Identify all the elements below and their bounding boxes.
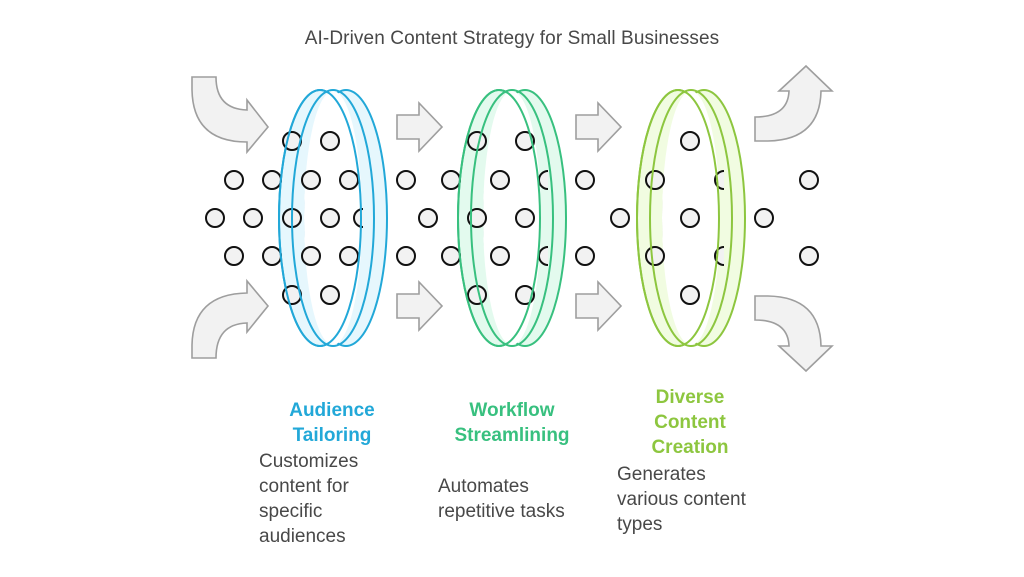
circle-dot-icon xyxy=(799,246,819,266)
circle-dot-icon xyxy=(575,246,595,266)
stage-description-line: audiences xyxy=(259,526,346,547)
circle-dot-icon xyxy=(680,208,700,228)
circle-dot-icon xyxy=(645,246,665,266)
stage-title-line: Workflow xyxy=(469,400,555,421)
curved-arrow-down-icon xyxy=(754,295,834,373)
circle-dot-icon xyxy=(262,170,282,190)
stage-title-diverse-content-creation: Diverse Content Creation xyxy=(620,385,760,460)
circle-dot-icon xyxy=(754,208,774,228)
circle-dot-icon xyxy=(396,170,416,190)
stage-title-audience-tailoring: Audience Tailoring xyxy=(262,398,402,448)
curved-arrow-up-icon xyxy=(754,64,834,142)
stage-description-line: types xyxy=(617,514,663,535)
stage-description-line: content for xyxy=(259,476,349,497)
stage-title-line: Creation xyxy=(651,437,729,458)
stage-description-diverse-content-creation: Generates various content types xyxy=(617,462,746,537)
circle-dot-icon xyxy=(441,246,461,266)
circle-dot-icon xyxy=(205,208,225,228)
circle-dot-icon xyxy=(680,131,700,151)
circle-dot-icon xyxy=(320,208,340,228)
circle-dot-icon xyxy=(224,246,244,266)
circle-dot-icon xyxy=(610,208,630,228)
circle-dot-icon xyxy=(538,246,549,266)
circle-dot-icon xyxy=(418,208,438,228)
stage-description-line: Generates xyxy=(617,464,706,485)
curved-arrow-down-right-icon xyxy=(191,76,270,155)
circle-dot-icon xyxy=(538,170,549,190)
curved-arrow-up-right-icon xyxy=(191,278,270,359)
circle-dot-icon xyxy=(490,246,510,266)
circle-dot-icon xyxy=(441,170,461,190)
right-arrow-icon xyxy=(575,280,623,332)
circle-dot-icon xyxy=(243,208,263,228)
stage-title-line: Streamlining xyxy=(454,425,570,446)
circle-dot-icon xyxy=(396,246,416,266)
circle-dot-icon xyxy=(680,285,700,305)
stage-title-workflow-streamlining: Workflow Streamlining xyxy=(432,398,592,448)
circle-dot-icon xyxy=(515,208,535,228)
circle-dot-icon xyxy=(645,170,665,190)
circle-dot-icon xyxy=(490,170,510,190)
circle-dot-icon xyxy=(575,170,595,190)
circle-dot-icon xyxy=(799,170,819,190)
circle-dot-icon xyxy=(320,131,340,151)
right-arrow-icon xyxy=(575,101,623,153)
stage-title-line: Tailoring xyxy=(292,425,372,446)
stage-description-line: Automates xyxy=(438,476,529,497)
circle-dot-icon xyxy=(301,246,321,266)
circle-dot-icon xyxy=(301,170,321,190)
stage-description-line: specific xyxy=(259,501,323,522)
stage-description-line: repetitive tasks xyxy=(438,501,565,522)
circle-dot-icon xyxy=(339,170,359,190)
circle-dot-icon xyxy=(262,246,282,266)
stage-description-workflow-streamlining: Automates repetitive tasks xyxy=(438,474,565,524)
circle-dot-icon xyxy=(224,170,244,190)
right-arrow-icon xyxy=(396,101,444,153)
right-arrow-icon xyxy=(396,280,444,332)
stage-title-line: Content xyxy=(654,412,726,433)
stage-title-line: Audience xyxy=(289,400,375,421)
stage-description-line: Customizes xyxy=(259,451,359,472)
stage-description-line: various content xyxy=(617,489,746,510)
stage-description-audience-tailoring: Customizes content for specific audience… xyxy=(259,449,358,549)
circle-dot-icon xyxy=(320,285,340,305)
circle-dot-icon xyxy=(339,246,359,266)
stage-title-line: Diverse xyxy=(655,387,725,408)
